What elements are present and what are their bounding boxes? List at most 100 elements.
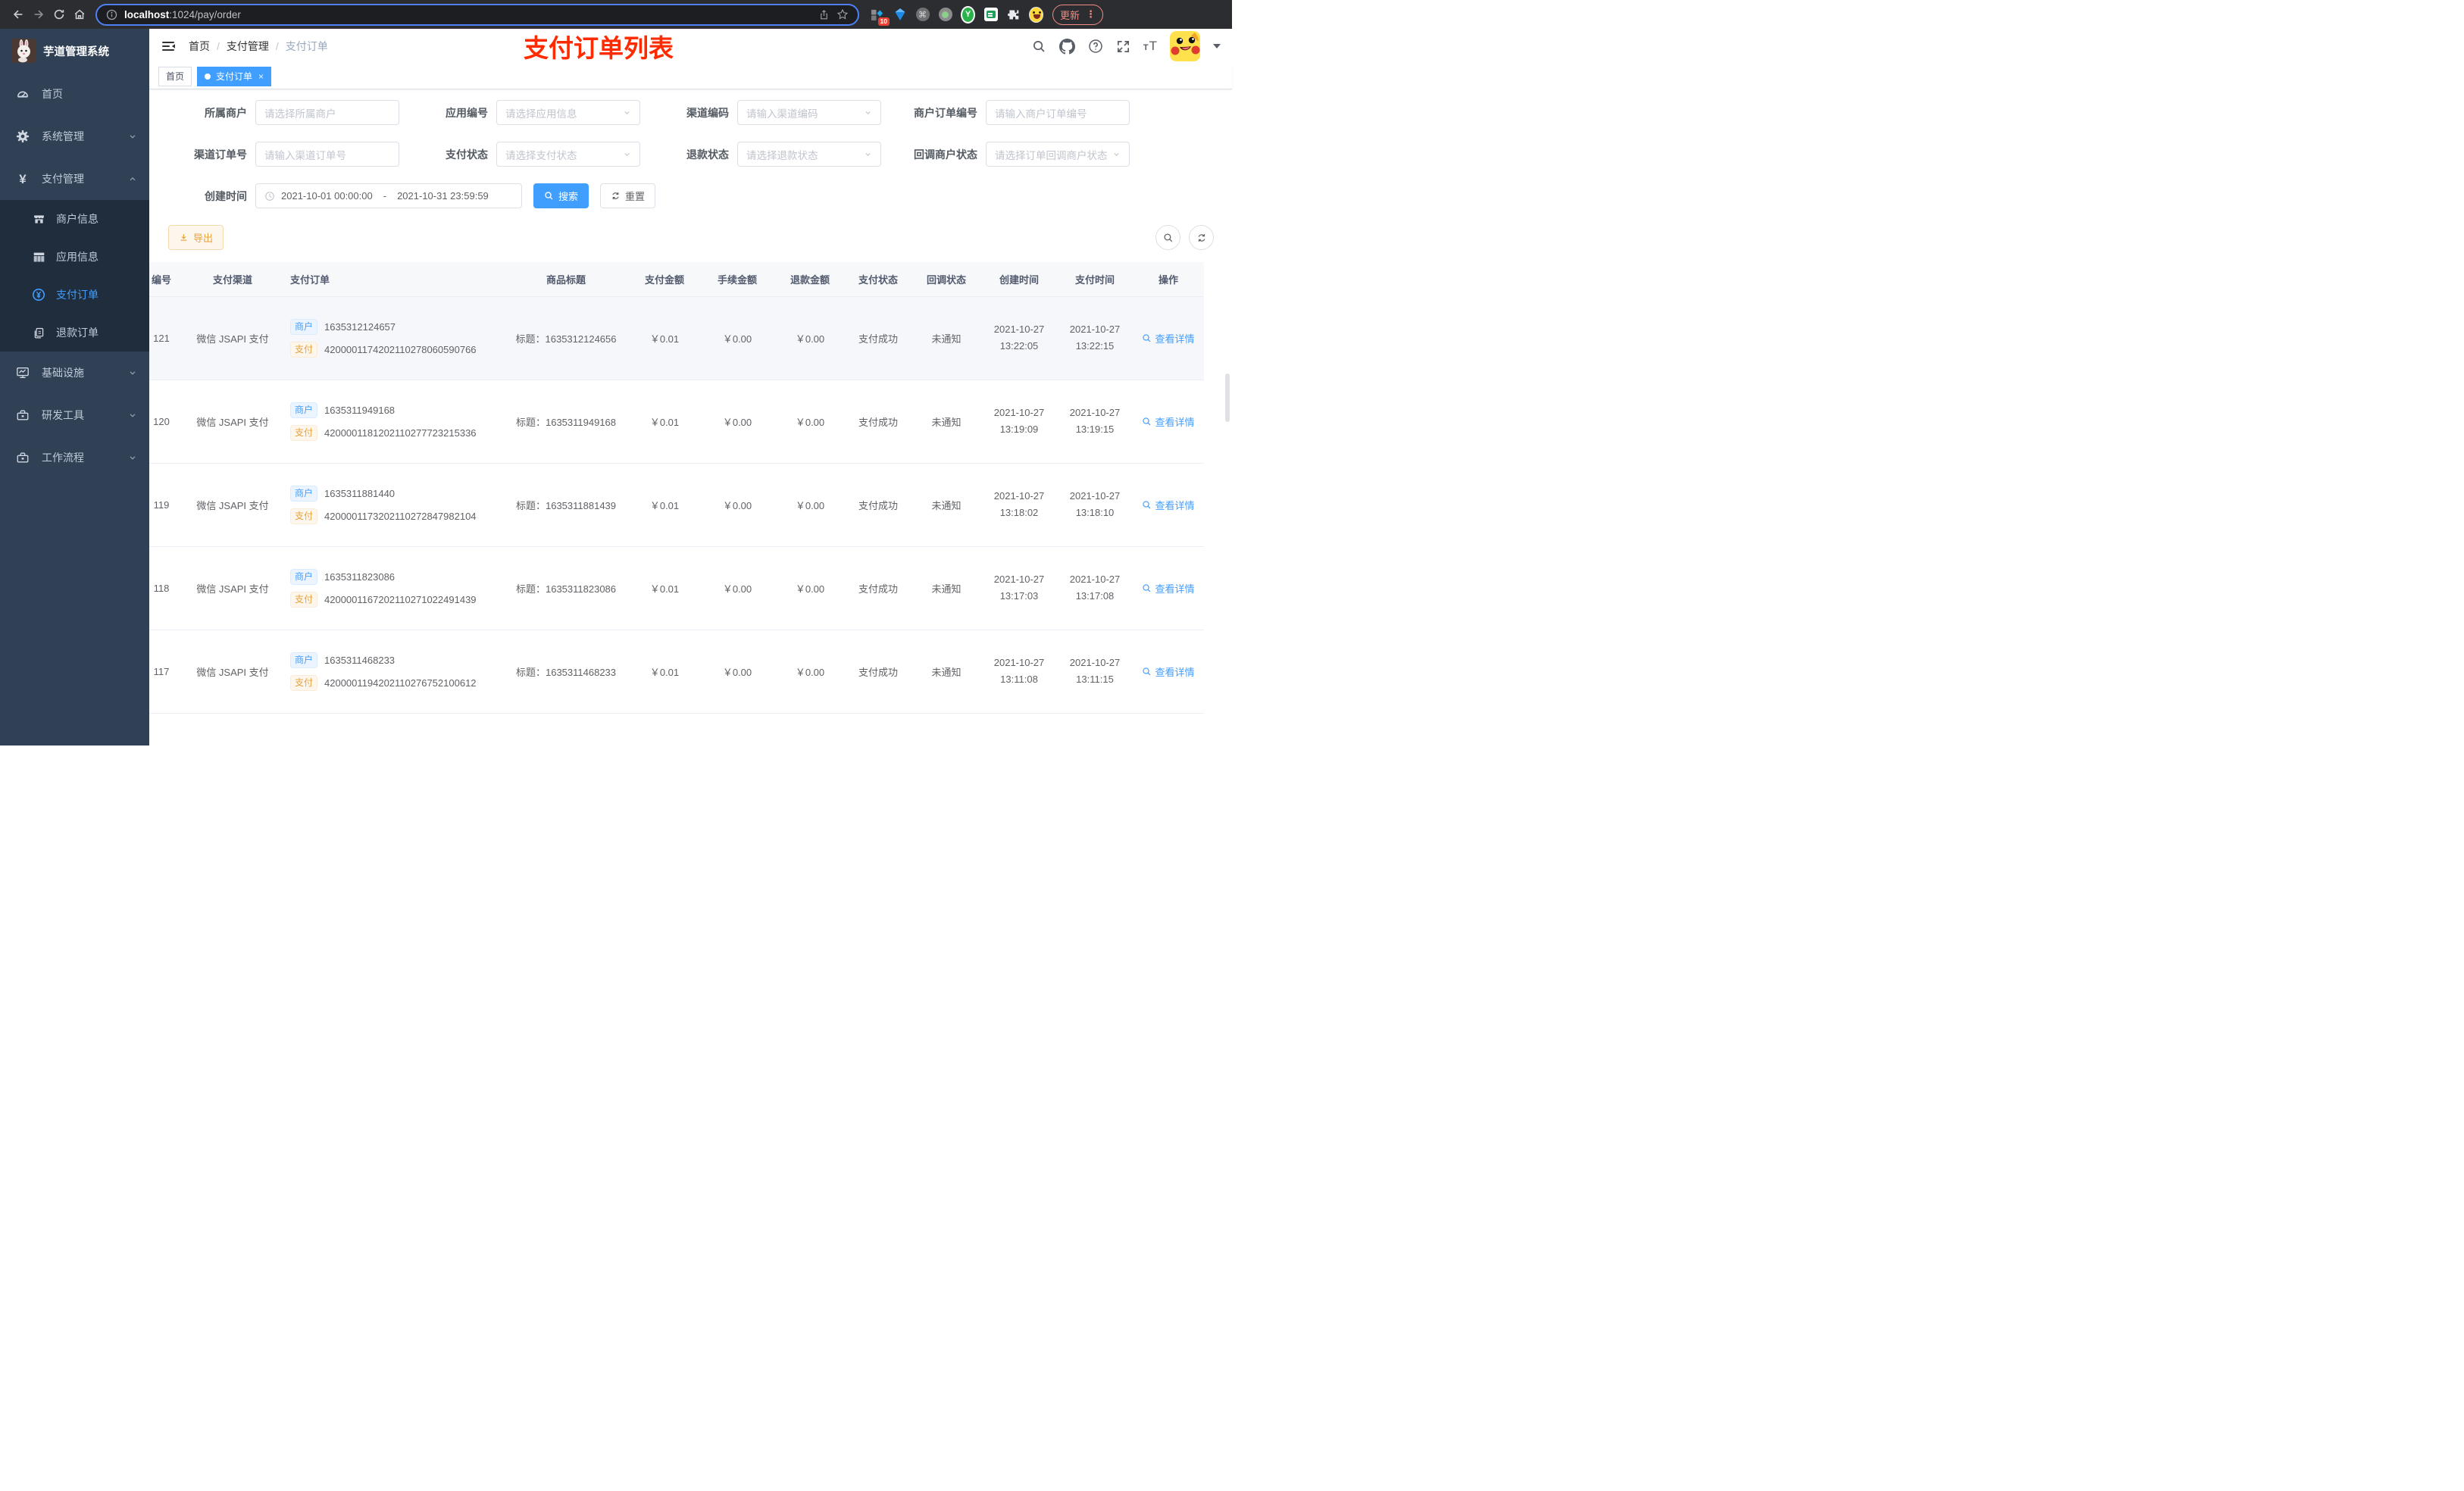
ext-puzzle-icon[interactable] (1006, 8, 1021, 22)
app-no-select[interactable]: 请选择应用信息 (496, 100, 640, 125)
cell-actions: 查看详情 (1133, 380, 1204, 464)
tab-pay-order[interactable]: 支付订单 × (197, 66, 272, 86)
end-time: 2021-10-31 23:59:59 (397, 190, 489, 202)
avatar-dropdown-icon[interactable] (1213, 44, 1221, 48)
sidebar-fold-icon[interactable] (161, 39, 176, 54)
breadcrumb-current: 支付订单 (285, 40, 328, 52)
reset-button[interactable]: 重置 (600, 183, 656, 208)
channel-code-select[interactable]: 请输入渠道编码 (737, 100, 881, 125)
table-row: 120 微信 JSAPI 支付 商户 1635311949168 支付 420000118… (149, 380, 1204, 464)
view-detail-link[interactable]: 查看详情 (1142, 664, 1195, 679)
breadcrumb-payment[interactable]: 支付管理 (227, 39, 269, 54)
ext-gem-icon[interactable] (893, 8, 907, 22)
sidebar-item-merchant[interactable]: 商户信息 (0, 200, 149, 238)
sidebar-item-refund-order[interactable]: 退款订单 (0, 314, 149, 352)
search-button[interactable]: 搜索 (533, 183, 589, 208)
show-search-button[interactable] (1155, 225, 1180, 250)
cell-pay-amount: ￥0.01 (630, 380, 699, 464)
bookmark-star-icon[interactable] (836, 8, 849, 20)
chevron-down-icon (623, 108, 631, 117)
help-icon[interactable] (1088, 39, 1103, 54)
close-icon[interactable]: × (258, 71, 264, 82)
cell-refund-amount (775, 713, 845, 746)
ext-command-icon[interactable]: ⌘ (915, 8, 930, 22)
extensions-bar: 10 ⌘ Y (870, 5, 1043, 26)
cell-order-id: 120 (149, 380, 184, 464)
sidebar-item-infra[interactable]: 基础设施 (0, 352, 149, 394)
home-icon[interactable] (69, 5, 89, 25)
cell-actions: 查看详情 (1133, 546, 1204, 630)
table-row: 商户1635311954796 (149, 713, 1204, 746)
sidebar-item-app-info[interactable]: 应用信息 (0, 238, 149, 276)
refresh-button[interactable] (1189, 225, 1214, 250)
export-button[interactable]: 导出 (168, 225, 224, 250)
ext-badge: 10 (877, 17, 890, 26)
github-icon[interactable] (1058, 38, 1075, 55)
sidebar-item-workflow[interactable]: 工作流程 (0, 436, 149, 479)
refund-status-select[interactable]: 请选择退款状态 (737, 142, 881, 167)
channel-order-no-input[interactable]: 请输入渠道订单号 (255, 142, 399, 167)
font-size-icon[interactable]: TT (1143, 39, 1157, 54)
view-detail-link[interactable]: 查看详情 (1142, 581, 1195, 595)
fullscreen-icon[interactable] (1116, 39, 1130, 54)
ext-record-icon[interactable] (938, 8, 952, 22)
merchant-order-no-input[interactable]: 请输入商户订单编号 (986, 100, 1130, 125)
order-table-wrapper: 编号 支付渠道 支付订单 商品标题 支付金额 手续金额 退款金额 支付状态 回调… (149, 262, 1224, 746)
ext-smiley-icon[interactable] (1029, 6, 1043, 23)
cell-product-title: 标题：1635311468233 (502, 630, 630, 714)
forward-icon[interactable] (28, 5, 48, 25)
back-icon[interactable] (8, 5, 28, 25)
browser-update-button[interactable]: 更新 ⋮ (1052, 4, 1104, 25)
create-time-range-input[interactable]: 2021-10-01 00:00:00 - 2021-10-31 23:59:5… (255, 183, 522, 208)
cell-product-title: 标题：1635311949168 (502, 380, 630, 464)
share-icon[interactable] (818, 9, 830, 20)
merchant-input[interactable]: 请选择所属商户 (255, 100, 399, 125)
notify-status-label: 回调商户状态 (914, 148, 977, 161)
view-detail-link[interactable]: 查看详情 (1142, 331, 1195, 345)
app-title: 芋道管理系统 (43, 45, 109, 58)
toolbox-icon (15, 408, 30, 422)
cell-actions: 查看详情 (1133, 630, 1204, 714)
view-detail-link[interactable]: 查看详情 (1142, 498, 1195, 512)
col-refund: 退款金额 (775, 262, 845, 297)
notify-status-select[interactable]: 请选择订单回调商户状态 (986, 142, 1130, 167)
pay-status-select[interactable]: 请选择支付状态 (496, 142, 640, 167)
url-bar[interactable]: localhost:1024/pay/order (95, 3, 859, 26)
merchant-tag: 商户 (290, 568, 318, 585)
sidebar-item-pay-order[interactable]: 支付订单 (0, 276, 149, 314)
cell-order-id: 117 (149, 630, 184, 714)
col-status: 支付状态 (845, 262, 911, 297)
chevron-down-icon (864, 150, 872, 158)
sidebar-item-home[interactable]: 首页 (0, 73, 149, 115)
search-icon[interactable] (1032, 39, 1046, 54)
breadcrumb-home[interactable]: 首页 (189, 39, 210, 54)
ext-tiles-icon[interactable]: 10 (870, 8, 890, 26)
col-channel: 支付渠道 (184, 262, 281, 297)
grid-table-icon (32, 251, 45, 264)
view-detail-link[interactable]: 查看详情 (1142, 414, 1195, 429)
app-logo[interactable]: 芋道管理系统 (0, 29, 149, 73)
cell-pay-amount: ￥0.01 (630, 463, 699, 547)
sidebar-item-devtools[interactable]: 研发工具 (0, 394, 149, 436)
ext-y-icon[interactable]: Y (961, 5, 975, 23)
sidebar-item-system[interactable]: 系统管理 (0, 115, 149, 158)
merchant-tag: 商户 (290, 652, 318, 668)
sidebar-item-label: 基础设施 (42, 367, 84, 379)
breadcrumb: 首页 / 支付管理 / 支付订单 (189, 39, 328, 54)
reload-icon[interactable] (48, 5, 69, 25)
browser-menu-icon[interactable]: ⋮ (1086, 8, 1096, 20)
create-time-label: 创建时间 (205, 189, 247, 202)
site-info-icon[interactable] (106, 9, 117, 20)
sidebar-item-label: 支付管理 (42, 173, 84, 185)
cell-order-id: 121 (149, 296, 184, 380)
cell-create-time: 2021-10-27 13:19:09 (981, 380, 1057, 464)
ext-chat-icon[interactable] (983, 8, 998, 22)
tab-home[interactable]: 首页 (158, 66, 192, 86)
scrollbar-thumb[interactable] (1225, 374, 1230, 422)
chevron-up-icon (128, 174, 137, 183)
sidebar-item-label: 工作流程 (42, 452, 84, 464)
sidebar-item-payment[interactable]: ¥ 支付管理 (0, 158, 149, 200)
sidebar: 芋道管理系统 首页 系统管理 ¥ 支付管理 商户信息 应用信息 支付订单 退款订… (0, 29, 149, 746)
breadcrumb-separator: / (275, 40, 279, 52)
user-avatar[interactable] (1170, 31, 1200, 61)
